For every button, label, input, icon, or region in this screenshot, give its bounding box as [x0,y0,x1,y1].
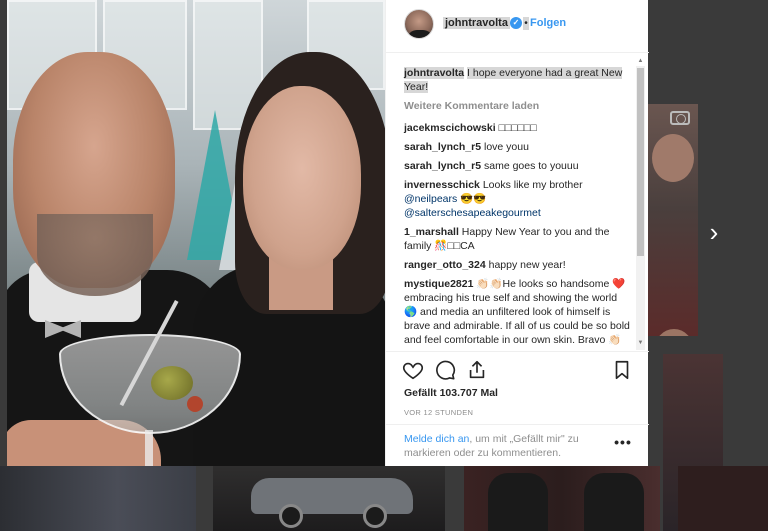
heart-icon[interactable] [402,359,424,381]
feed-thumbnail[interactable] [213,466,445,531]
comment-text: 👏🏻👏🏻He looks so handsome [476,278,610,290]
separator-dot: • [523,17,529,30]
more-options-icon[interactable]: ••• [613,435,633,451]
comment-item: sarah_lynch_r5 same goes to youuu [404,159,632,173]
comment-item: mystique2821 👏🏻👏🏻He looks so handsome ❤️… [404,277,632,347]
thumbnail-person [584,473,644,531]
feed-thumbnail[interactable] [648,104,698,336]
comment-emoji: 😎😎 [460,193,487,205]
post-sidebar: johntravolta ✓ • Folgen johntravolta I h… [385,0,649,466]
post-timestamp: VOR 12 STUNDEN [404,408,474,417]
thumbnail-person [488,473,548,531]
olive [151,366,193,400]
chevron-right-icon[interactable]: › [703,219,725,245]
comment-text: happy new year! [488,259,566,271]
scroll-down-arrow-icon[interactable]: ▼ [637,340,644,347]
comment-text: Looks like my brother [482,179,583,191]
likes-count[interactable]: Gefällt 103.707 Mal [404,387,498,399]
caption: johntravolta I hope everyone had a great… [404,66,632,94]
comment-item: sarah_lynch_r5 love youu [404,140,632,154]
login-text: Melde dich an, um mit „Gefällt mir" zu m… [404,432,604,460]
thumbnail-face [654,329,694,336]
login-link[interactable]: Melde dich an [404,433,469,445]
verified-badge-icon: ✓ [510,17,522,29]
scroll-up-arrow-icon[interactable]: ▲ [637,58,644,65]
comment-username[interactable]: jacekmscichowski [404,122,496,134]
thumbnail-car [251,478,413,514]
post-header: johntravolta ✓ • Folgen [386,0,649,53]
comments-list[interactable]: johntravolta I hope everyone had a great… [386,54,649,352]
comment-text: 🌎 and media an unfiltered look of himsel… [404,306,630,346]
glass-stem [145,430,153,466]
action-bar [386,355,649,385]
comment-username[interactable]: sarah_lynch_r5 [404,141,481,153]
login-prompt: Melde dich an, um mit „Gefällt mir" zu m… [386,424,649,466]
load-more-comments-button[interactable]: Weitere Kommentare laden [404,100,539,112]
scrollbar-thumb[interactable] [637,68,644,256]
comment-item: 1_marshall Happy New Year to you and the… [404,225,632,253]
bookmark-icon[interactable] [611,359,633,381]
pimento [187,396,203,412]
comment-text: □□□□□□ [498,122,537,134]
comment-mention[interactable]: @salterschesapeakegourmet [404,207,541,219]
comment-icon[interactable] [434,359,456,381]
thumbnail-face [652,134,694,182]
camera-icon [670,111,690,125]
comment-username[interactable]: ranger_otto_324 [404,259,486,271]
avatar[interactable] [404,9,434,39]
post-photo[interactable] [7,0,385,466]
comment-text: love youu [483,141,529,153]
feed-thumbnail[interactable] [0,466,196,531]
feed-thumbnail[interactable] [678,466,768,531]
thumbnail-wheel [363,504,387,528]
caption-username[interactable]: johntravolta [404,67,465,79]
comment-item: ranger_otto_324 happy new year! [404,258,632,272]
woman-face [243,86,361,270]
share-icon[interactable] [466,359,488,381]
comment-mention[interactable]: @neilpears [404,193,457,205]
comment-username[interactable]: 1_marshall [404,226,459,238]
feed-thumbnail[interactable] [464,466,660,531]
comment-item: jacekmscichowski □□□□□□ [404,121,632,135]
avatar-suit [407,30,433,38]
comment-username[interactable]: invernesschick [404,179,480,191]
thumbnail-wheel [279,504,303,528]
comment-username[interactable]: sarah_lynch_r5 [404,160,481,172]
follow-button[interactable]: Folgen [530,17,566,29]
comment-text: same goes to youuu [483,160,579,172]
username-link[interactable]: johntravolta [443,17,510,29]
comment-username[interactable]: mystique2821 [404,278,473,290]
comment-item: invernesschick Looks like my brother @ne… [404,178,632,220]
man-beard [37,214,153,296]
